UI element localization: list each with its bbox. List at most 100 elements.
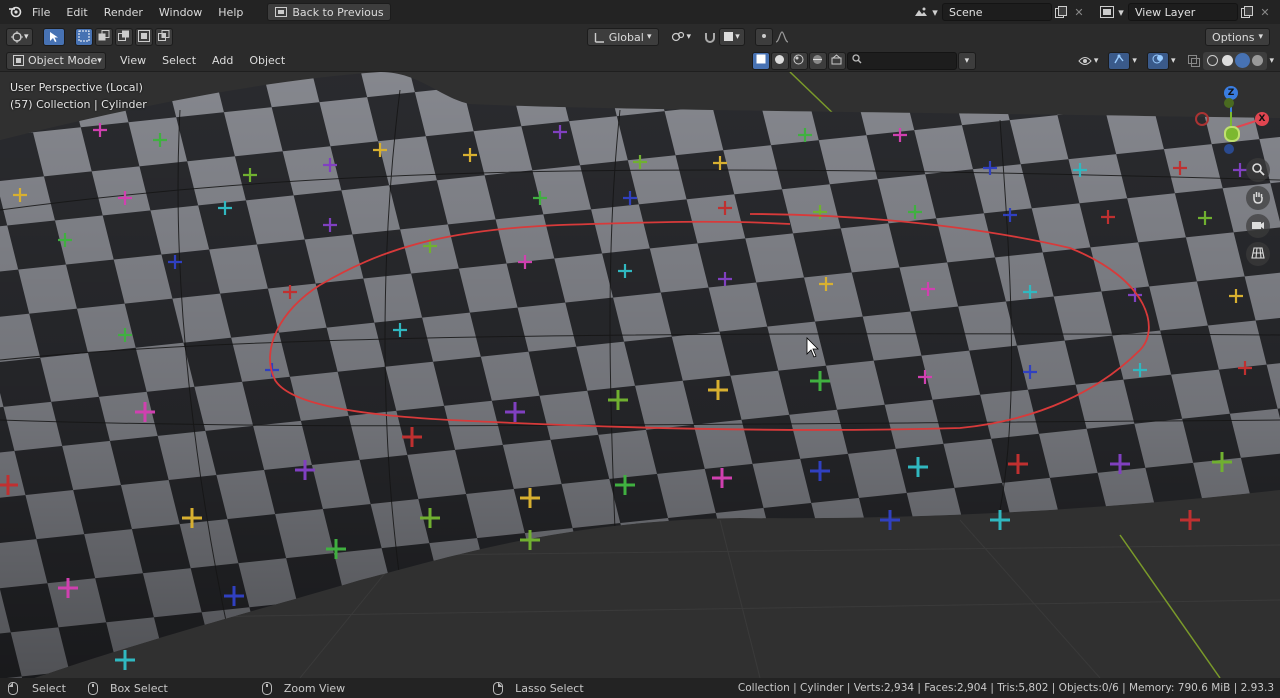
menu-help[interactable]: Help	[210, 6, 251, 19]
viewport-search-input[interactable]	[846, 51, 957, 70]
search-icon	[852, 54, 862, 67]
visibility-eye-icon[interactable]	[1076, 52, 1094, 70]
uv-marker-cross	[1180, 510, 1200, 530]
chevron-down-icon[interactable]: ▾	[1132, 56, 1137, 66]
gizmo-x-label: X	[1258, 114, 1266, 124]
chevron-down-icon[interactable]: ▾	[1171, 56, 1176, 66]
snap-target-dropdown[interactable]: ▾	[719, 28, 746, 46]
menu-window[interactable]: Window	[151, 6, 210, 19]
chevron-down-icon[interactable]: ▾	[1116, 3, 1126, 21]
select-intersect-icon	[157, 29, 170, 45]
zoom-view-button[interactable]	[1246, 158, 1270, 182]
cursor-arrow-icon	[45, 28, 63, 46]
status-stats: Collection | Cylinder | Verts:2,934 | Fa…	[737, 682, 1274, 694]
select-subtract-button[interactable]	[114, 28, 133, 46]
new-view-layer-icon[interactable]	[1238, 3, 1256, 21]
tool-settings-bar: ▾ Global ▾ ▾ ▾ Options ▾	[0, 24, 1280, 50]
falloff-curve-icon[interactable]	[773, 28, 791, 46]
chevron-down-icon: ▾	[646, 32, 652, 42]
menu-file[interactable]: File	[24, 6, 58, 19]
chevron-down-icon[interactable]: ▾	[1094, 56, 1099, 66]
select-tool-button[interactable]	[42, 28, 65, 46]
select-new-icon	[78, 30, 90, 45]
pan-view-button[interactable]	[1246, 186, 1270, 210]
view-layer-field[interactable]: View Layer	[1128, 3, 1238, 21]
scene-name-field[interactable]: Scene	[942, 3, 1052, 21]
menu-render[interactable]: Render	[96, 6, 151, 19]
snap-magnet-icon[interactable]	[701, 28, 719, 46]
gizmo-x-axis[interactable]: X	[1255, 112, 1269, 126]
filter-group: ▾	[751, 51, 976, 70]
gizmo-toggle-button[interactable]	[1108, 51, 1131, 70]
filter-mesh-button[interactable]	[770, 51, 789, 70]
proportional-editing-icon	[759, 31, 769, 44]
select-new-button[interactable]	[74, 28, 93, 46]
wireframe-shading-icon[interactable]	[1207, 55, 1219, 66]
xray-toggle-icon[interactable]	[1185, 52, 1203, 70]
status-box-select: Box Select	[109, 681, 168, 695]
select-mode-group	[74, 28, 173, 46]
menu-view[interactable]: View	[112, 54, 154, 67]
mouse-right-icon	[491, 679, 505, 697]
mode-dropdown[interactable]: Object Mode ▾	[6, 51, 106, 70]
filter-world-button[interactable]	[827, 51, 846, 70]
select-invert-button[interactable]	[134, 28, 153, 46]
options-label: Options	[1212, 30, 1255, 44]
top-bar: File Edit Render Window Help Back to Pre…	[0, 0, 1280, 24]
menu-select[interactable]: Select	[154, 54, 204, 67]
chevron-down-icon: ▾	[97, 55, 102, 66]
material-preview-shading-icon[interactable]	[1237, 55, 1249, 66]
editor-type-button[interactable]: ▾	[6, 28, 33, 46]
scene-icon[interactable]	[912, 3, 930, 21]
viewport-scene	[0, 72, 1280, 678]
view-layer-icon[interactable]	[1098, 3, 1116, 21]
chevron-down-icon[interactable]: ▾	[687, 32, 692, 42]
menu-add[interactable]: Add	[204, 54, 241, 67]
options-dropdown[interactable]: Options ▾	[1205, 28, 1271, 46]
close-scene-icon[interactable]: ✕	[1070, 3, 1088, 21]
select-intersect-button[interactable]	[154, 28, 173, 46]
gizmo-neg-z-axis[interactable]	[1224, 144, 1234, 154]
shading-mode-group	[1203, 51, 1268, 70]
overlays-toggle-button[interactable]	[1146, 51, 1169, 70]
gizmo-neg-y-axis[interactable]	[1224, 98, 1234, 108]
mesh-sphere-icon	[774, 54, 785, 68]
solid-shading-icon[interactable]	[1222, 55, 1234, 66]
pivot-point-icon[interactable]	[669, 28, 687, 46]
fullscreen-icon	[274, 3, 288, 21]
status-select: Select	[32, 681, 66, 695]
back-to-previous-button[interactable]: Back to Previous	[267, 3, 391, 21]
back-to-previous-label: Back to Previous	[292, 5, 384, 19]
new-scene-icon[interactable]	[1052, 3, 1070, 21]
viewport-info-overlay: User Perspective (Local) (57) Collection…	[10, 79, 147, 113]
menu-object[interactable]: Object	[241, 54, 293, 67]
gizmo-y-axis[interactable]: Y	[1224, 126, 1240, 142]
blender-logo-icon[interactable]	[6, 3, 24, 21]
navigation-gizmo[interactable]: Z X Y	[1192, 82, 1276, 162]
3d-viewport[interactable]: User Perspective (Local) (57) Collection…	[0, 72, 1280, 678]
object-mode-icon	[13, 52, 24, 70]
texture-icon	[812, 54, 823, 68]
camera-icon	[1251, 219, 1265, 234]
gizmo-neg-x-axis[interactable]	[1195, 112, 1209, 126]
toggle-ortho-button[interactable]	[1246, 242, 1270, 266]
filter-material-button[interactable]	[789, 51, 808, 70]
close-view-layer-icon[interactable]: ✕	[1256, 3, 1274, 21]
rendered-shading-icon[interactable]	[1252, 55, 1264, 66]
overlays-icon	[1152, 53, 1164, 68]
grid-perspective-icon	[1251, 246, 1265, 262]
search-options-button[interactable]: ▾	[957, 51, 976, 70]
chevron-down-icon: ▾	[1258, 32, 1264, 42]
gizmo-icon	[1113, 53, 1125, 68]
proportional-editing-button[interactable]	[755, 28, 774, 46]
select-extend-button[interactable]	[94, 28, 113, 46]
filter-all-button[interactable]	[751, 51, 770, 70]
perspective-label: User Perspective (Local)	[10, 81, 143, 94]
menu-edit[interactable]: Edit	[58, 6, 95, 19]
camera-view-button[interactable]	[1246, 214, 1270, 238]
status-bar: Select Box Select Zoom View Lasso Select…	[0, 678, 1280, 698]
transform-orientation-dropdown[interactable]: Global ▾	[586, 28, 659, 46]
chevron-down-icon[interactable]: ▾	[1269, 56, 1274, 66]
chevron-down-icon[interactable]: ▾	[930, 3, 940, 21]
filter-texture-button[interactable]	[808, 51, 827, 70]
